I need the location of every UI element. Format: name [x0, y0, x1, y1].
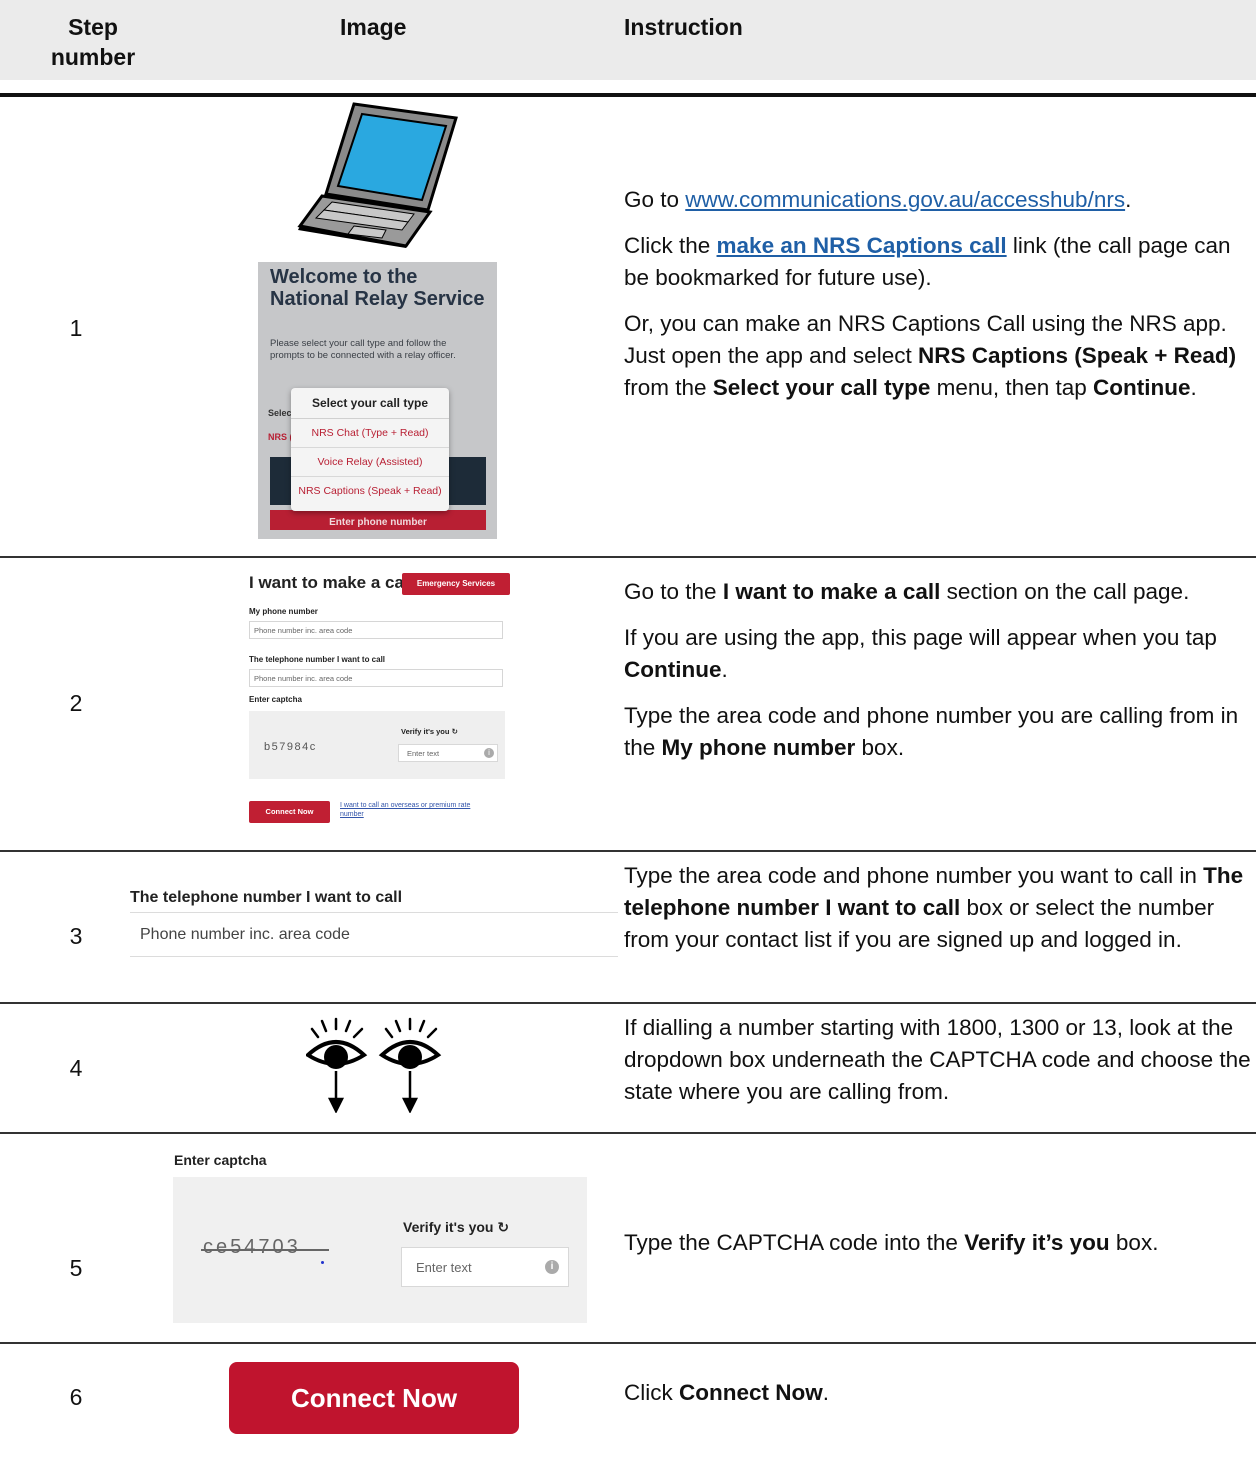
row-divider-1 [0, 556, 1256, 558]
instruction-2-para-2: If you are using the app, this page will… [624, 625, 1217, 682]
header-rule [0, 93, 1256, 97]
laptop-icon [297, 102, 458, 248]
captions-call-link[interactable]: make an NRS Captions call [717, 233, 1007, 258]
instruction-1-para-3: Or, you can make an NRS Captions Call us… [624, 311, 1237, 400]
eyes-looking-down-icon [306, 1017, 442, 1113]
header-step-line2: number [50, 44, 136, 70]
instruction-4-para: If dialling a number starting with 1800,… [624, 1015, 1251, 1104]
instruction-2-para-3: Type the area code and phone number you … [624, 703, 1239, 760]
connect-now-button-image: Connect Now [229, 1362, 519, 1434]
popup-option-captions: NRS Captions (Speak + Read) [298, 485, 442, 497]
app-welcome-title: Welcome to the National Relay Service [270, 266, 485, 310]
instruction-6: Click Connect Now. [624, 1377, 1254, 1423]
instruction-5-para: Type the CAPTCHA code into the Verify it… [624, 1230, 1159, 1255]
row-divider-2 [0, 850, 1256, 852]
captcha-crop-input: Enter text [401, 1247, 569, 1287]
popup-option-chat: NRS Chat (Type + Read) [291, 419, 449, 448]
connect-now-small-button: Connect Now [249, 801, 330, 823]
call-form-screenshot: I want to make a call Emergency Services… [249, 573, 519, 823]
step-number-1: 1 [69, 315, 83, 341]
instruction-6-para: Click Connect Now. [624, 1380, 830, 1405]
row-divider-5 [0, 1342, 1256, 1344]
captcha-code: b57984c [264, 741, 317, 753]
app-welcome-subtitle: Please select your call type and follow … [270, 338, 456, 361]
header-step-number: Step number [48, 12, 138, 72]
form-title: I want to make a call [249, 573, 414, 592]
instruction-2-para-1: Go to the I want to make a call section … [624, 579, 1190, 604]
verify-input: Enter text [398, 744, 498, 762]
step-number-4: 4 [69, 1055, 83, 1081]
refresh-icon: ↻ [497, 1219, 510, 1235]
step-number-5: 5 [69, 1255, 83, 1281]
captcha-crop-verify: Verify it's you ↻ [403, 1219, 510, 1235]
app-nrs-partial: NRS ( [268, 432, 293, 442]
app-select-label-partial: Selec [268, 408, 292, 418]
instruction-1-para-1: Go to www.communications.gov.au/accesshu… [624, 187, 1132, 212]
accesshub-link[interactable]: www.communications.gov.au/accesshub/nrs [685, 187, 1125, 212]
dest-phone-crop: The telephone number I want to call Phon… [130, 880, 618, 980]
instruction-1: Go to www.communications.gov.au/accesshu… [624, 184, 1254, 418]
popup-option-voice: Voice Relay (Assisted) [291, 448, 449, 477]
row-divider-3 [0, 1002, 1256, 1004]
captcha-crop: ce54703 Verify it's you ↻ Enter text i [173, 1177, 587, 1323]
dest-phone-crop-label: The telephone number I want to call [130, 889, 403, 906]
crop-line-top [130, 912, 618, 913]
instruction-2: Go to the I want to make a call section … [624, 576, 1254, 778]
verify-label: Verify it's you ↻ [401, 727, 458, 736]
call-type-popup: Select your call type NRS Chat (Type + R… [291, 388, 449, 511]
my-phone-input: Phone number inc. area code [249, 621, 503, 639]
emergency-services-button: Emergency Services [402, 573, 510, 595]
header-image: Image [340, 14, 407, 40]
step-number-2: 2 [69, 690, 83, 716]
nrs-app-screenshot: Welcome to the National Relay Service Pl… [258, 262, 497, 539]
instruction-3-para: Type the area code and phone number you … [624, 863, 1244, 952]
captcha-crop-label: Enter captcha [174, 1152, 267, 1168]
instruction-5: Type the CAPTCHA code into the Verify it… [624, 1227, 1254, 1273]
dest-phone-input: Phone number inc. area code [249, 669, 503, 687]
step-number-6: 6 [69, 1384, 83, 1410]
app-enter-phone-button: Enter phone number [270, 510, 486, 530]
instruction-1-para-2: Click the make an NRS Captions call link… [624, 233, 1231, 290]
captcha-crop-code: ce54703 [203, 1236, 301, 1258]
info-icon: i [545, 1260, 559, 1274]
captcha-label: Enter captcha [249, 695, 302, 704]
header-step-line1: Step [68, 14, 118, 40]
captcha-strike [201, 1249, 329, 1251]
info-icon: i [484, 748, 494, 758]
row-divider-4 [0, 1132, 1256, 1134]
dest-phone-label: The telephone number I want to call [249, 655, 386, 664]
captcha-box: b57984c Verify it's you ↻ Enter text i [249, 711, 505, 779]
header-instruction: Instruction [624, 14, 743, 40]
crop-line-bottom [130, 956, 618, 957]
instruction-4: If dialling a number starting with 1800,… [624, 1012, 1254, 1122]
overseas-link: I want to call an overseas or premium ra… [340, 802, 471, 818]
my-phone-label: My phone number [249, 607, 318, 616]
instruction-3: Type the area code and phone number you … [624, 860, 1254, 970]
dest-phone-crop-placeholder: Phone number inc. area code [140, 926, 350, 943]
captcha-dot [321, 1261, 324, 1264]
step-number-3: 3 [69, 923, 83, 949]
refresh-icon: ↻ [451, 727, 458, 736]
popup-title: Select your call type [291, 388, 449, 419]
